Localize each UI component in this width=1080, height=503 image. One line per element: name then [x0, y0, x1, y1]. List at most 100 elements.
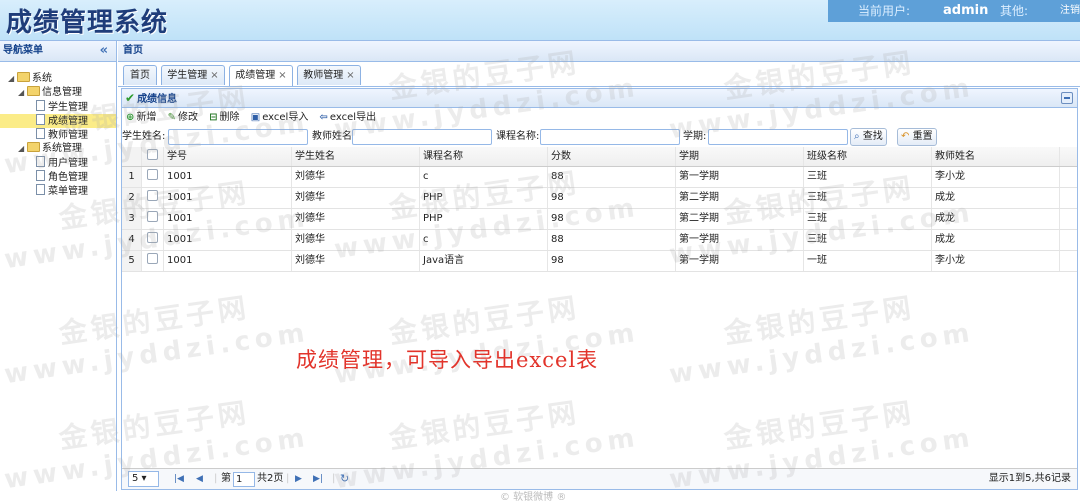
last-page-icon[interactable]: ▶|: [313, 469, 323, 489]
add-label: 新增: [136, 112, 157, 123]
navigation-panel: 导航菜单 « ◢ 系统 ◢ 信息管理 学生管理 成绩管理 教师管理 ◢ 系统管理 用户…: [0, 41, 117, 491]
tree-node-student-management[interactable]: 学生管理: [0, 100, 116, 114]
cell-student-name: 刘德华: [292, 251, 420, 271]
pager-separator: |: [286, 473, 290, 484]
user-bar: 当前用户: admin 其他: 注销: [828, 0, 1080, 22]
pagination-bar: 5 ▾ |◀ ◀ | 第 1 共2页 | ▶ ▶| | ↻ 显示1到5,共6记录: [122, 468, 1077, 489]
cell-score: 88: [548, 230, 676, 250]
expand-arrow-icon[interactable]: ◢: [18, 142, 27, 156]
tree-node-label: 教师管理: [48, 130, 88, 141]
page-size-select[interactable]: 5 ▾: [128, 471, 159, 487]
cell-term: 第二学期: [676, 188, 804, 208]
row-checkbox[interactable]: [142, 251, 164, 271]
panel-collapse-icon[interactable]: [1061, 92, 1073, 104]
excel-import-button[interactable]: ▣ excel导入: [251, 108, 309, 127]
username: admin: [943, 3, 989, 18]
row-checkbox[interactable]: [142, 188, 164, 208]
tree-node-role-management[interactable]: 角色管理: [0, 170, 116, 184]
next-page-icon[interactable]: ▶: [295, 469, 302, 489]
cell-term: 第一学期: [676, 230, 804, 250]
grid-header-row: 学号 学生姓名 课程名称 分数 学期 班级名称 教师姓名: [122, 147, 1077, 167]
close-icon[interactable]: ×: [346, 70, 354, 81]
tab-label: 教师管理: [303, 70, 344, 81]
cell-student-name: 刘德华: [292, 167, 420, 187]
student-name-input[interactable]: [168, 129, 308, 145]
expand-arrow-icon[interactable]: ◢: [8, 72, 17, 86]
cell-student-id: 1001: [164, 209, 292, 229]
cell-teacher-name: 成龙: [932, 230, 1060, 250]
cell-student-name: 刘德华: [292, 209, 420, 229]
close-icon[interactable]: ×: [210, 70, 218, 81]
search-button[interactable]: ⌕ 查找: [850, 128, 887, 146]
tab-score-management[interactable]: 成绩管理 ×: [229, 65, 293, 86]
checkbox-icon: [147, 211, 158, 222]
add-button[interactable]: ⊕ 新增: [126, 108, 156, 127]
column-header-teacher-name[interactable]: 教师姓名: [932, 147, 1060, 166]
column-header-student-id[interactable]: 学号: [164, 147, 292, 166]
tree-node-menu-management[interactable]: 菜单管理: [0, 184, 116, 198]
course-name-input[interactable]: [540, 129, 680, 145]
file-icon: [36, 100, 45, 111]
logout-link[interactable]: 注销: [1060, 0, 1080, 22]
tree-node-user-management[interactable]: 用户管理: [0, 156, 116, 170]
annotation-text: 成绩管理，可导入导出excel表: [296, 348, 599, 372]
tree-node-system-management[interactable]: ◢ 系统管理: [0, 142, 116, 156]
tree-node-label: 系统管理: [42, 143, 82, 154]
table-row[interactable]: 5 1001 刘德华 Java语言 98 第一学期 一班 李小龙: [122, 251, 1077, 272]
checkbox-icon: [147, 232, 158, 243]
page-number-input[interactable]: 1: [233, 472, 255, 487]
nav-tree: ◢ 系统 ◢ 信息管理 学生管理 成绩管理 教师管理 ◢ 系统管理 用户管理 角色管理…: [0, 72, 116, 198]
tree-node-system[interactable]: ◢ 系统: [0, 72, 116, 86]
table-row[interactable]: 3 1001 刘德华 PHP 98 第二学期 三班 成龙: [122, 209, 1077, 230]
close-icon[interactable]: ×: [278, 70, 286, 81]
column-header-score[interactable]: 分数: [548, 147, 676, 166]
row-checkbox[interactable]: [142, 209, 164, 229]
teacher-name-label: 教师姓名:: [312, 131, 356, 142]
column-header-student-name[interactable]: 学生姓名: [292, 147, 420, 166]
row-checkbox[interactable]: [142, 230, 164, 250]
tab-label: 首页: [130, 70, 150, 81]
prev-page-icon[interactable]: ◀: [196, 469, 203, 489]
column-header-term[interactable]: 学期: [676, 147, 804, 166]
cell-student-name: 刘德华: [292, 230, 420, 250]
tab-home[interactable]: 首页: [123, 65, 157, 85]
file-icon: [36, 170, 45, 181]
term-input[interactable]: [708, 129, 848, 145]
minus-icon: ⊟: [209, 112, 218, 123]
teacher-name-input[interactable]: [352, 129, 492, 145]
app-header: 成绩管理系统 当前用户: admin 其他: 注销: [0, 0, 1080, 41]
excel-export-button[interactable]: ⇦ excel导出: [320, 108, 377, 127]
expand-arrow-icon[interactable]: ◢: [18, 86, 27, 100]
reset-button[interactable]: ↶ 重置: [897, 128, 937, 146]
table-row[interactable]: 1 1001 刘德华 c 88 第一学期 三班 李小龙: [122, 167, 1077, 188]
navigation-header: 导航菜单 «: [0, 41, 116, 62]
edit-button[interactable]: ✎ 修改: [168, 108, 198, 127]
reset-icon: ↶: [901, 131, 910, 142]
tab-teacher-management[interactable]: 教师管理 ×: [297, 65, 361, 85]
plus-icon: ⊕: [126, 112, 135, 123]
column-header-course-name[interactable]: 课程名称: [420, 147, 548, 166]
select-all-checkbox[interactable]: [142, 147, 164, 166]
row-checkbox[interactable]: [142, 167, 164, 187]
file-icon: [36, 128, 45, 139]
double-chevron-left-icon[interactable]: «: [100, 41, 108, 61]
folder-icon: [17, 72, 30, 82]
delete-button[interactable]: ⊟ 删除: [209, 108, 239, 127]
file-icon: [36, 184, 45, 195]
checkmark-icon: ✔: [125, 91, 136, 105]
table-row[interactable]: 2 1001 刘德华 PHP 98 第二学期 三班 成龙: [122, 188, 1077, 209]
tree-node-score-management[interactable]: 成绩管理: [0, 114, 116, 128]
cell-course-name: Java语言: [420, 251, 548, 271]
cell-course-name: PHP: [420, 188, 548, 208]
column-header-class-name[interactable]: 班级名称: [804, 147, 932, 166]
table-row[interactable]: 4 1001 刘德华 c 88 第一学期 三班 成龙: [122, 230, 1077, 251]
tree-node-info-management[interactable]: ◢ 信息管理: [0, 86, 116, 100]
first-page-icon[interactable]: |◀: [174, 469, 184, 489]
refresh-icon[interactable]: ↻: [340, 469, 349, 489]
cell-course-name: c: [420, 230, 548, 250]
cell-term: 第二学期: [676, 209, 804, 229]
checkbox-icon: [147, 190, 158, 201]
tree-node-teacher-management[interactable]: 教师管理: [0, 128, 116, 142]
tab-student-management[interactable]: 学生管理 ×: [161, 65, 225, 85]
cell-score: 88: [548, 167, 676, 187]
